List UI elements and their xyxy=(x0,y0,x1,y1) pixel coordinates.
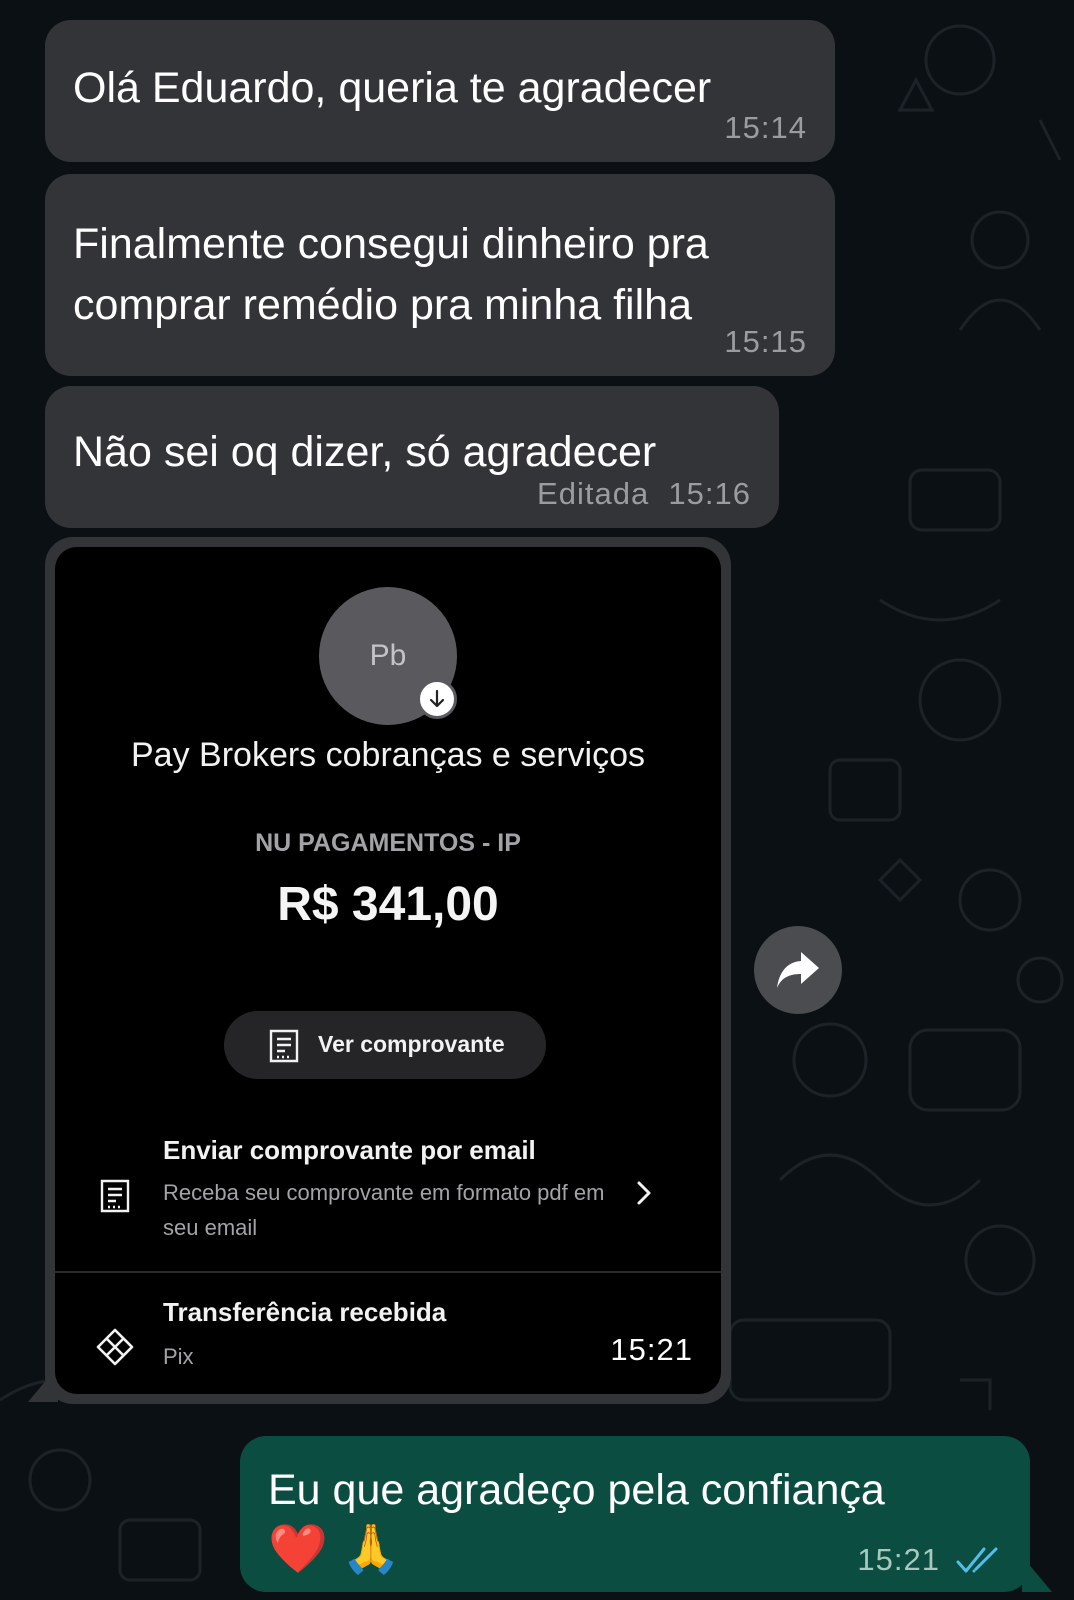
message-time: 15:15 xyxy=(724,324,807,359)
chevron-right-icon xyxy=(637,1181,651,1205)
message-emoji: ❤️ 🙏 xyxy=(268,1523,401,1576)
share-button[interactable] xyxy=(754,926,842,1014)
message-time: 15:21 xyxy=(610,1332,693,1367)
share-arrow-icon xyxy=(777,952,819,988)
message-line: Finalmente consegui dinheiro pra xyxy=(73,220,709,268)
message-bubble[interactable]: Finalmente consegui dinheiro pra comprar… xyxy=(45,174,835,376)
view-receipt-button[interactable]: Ver comprovante xyxy=(224,1011,546,1079)
row-subtitle: Receba seu comprovante em formato pdf em… xyxy=(163,1180,605,1240)
row-title: Enviar comprovante por email xyxy=(163,1135,536,1165)
message-text: Não sei oq dizer, só agradecer xyxy=(73,428,657,476)
message-bubble[interactable]: Olá Eduardo, queria te agradecer 15:14 xyxy=(45,20,835,162)
receipt-screenshot[interactable]: Pb Pay Brokers cobranças e serviços NU P… xyxy=(55,547,721,1394)
double-check-read-icon xyxy=(956,1547,998,1573)
message-line: comprar remédio pra minha filha xyxy=(73,281,692,329)
message-time: Editada 15:16 xyxy=(537,476,751,511)
row-subtitle: Pix xyxy=(163,1344,194,1369)
send-receipt-email-row[interactable]: Enviar comprovante por email Receba seu … xyxy=(55,1125,721,1263)
arrow-down-icon xyxy=(417,679,457,719)
message-time: 15:21 xyxy=(857,1542,940,1577)
message-bubble[interactable]: Não sei oq dizer, só agradecer Editada 1… xyxy=(45,386,779,528)
receipt-icon xyxy=(100,1179,130,1213)
view-receipt-label: Ver comprovante xyxy=(318,1031,505,1057)
payee-name: Pay Brokers cobranças e serviços xyxy=(131,736,645,774)
receipt-icon xyxy=(269,1029,299,1063)
image-message-bubble[interactable]: Pb Pay Brokers cobranças e serviços NU P… xyxy=(45,537,731,1404)
amount: R$ 341,00 xyxy=(277,878,499,931)
message-text: Olá Eduardo, queria te agradecer xyxy=(73,64,712,112)
message-text: Finalmente consegui dinheiro pra comprar… xyxy=(73,214,709,336)
row-title: Transferência recebida xyxy=(163,1297,447,1327)
message-text: Eu que agradeço pela confiança xyxy=(268,1466,885,1514)
message-time: 15:14 xyxy=(724,110,807,145)
outgoing-message-bubble[interactable]: Eu que agradeço pela confiança ❤️ 🙏 15:2… xyxy=(240,1436,1030,1592)
pix-icon xyxy=(96,1328,134,1366)
bank-name: NU PAGAMENTOS - IP xyxy=(255,829,521,857)
